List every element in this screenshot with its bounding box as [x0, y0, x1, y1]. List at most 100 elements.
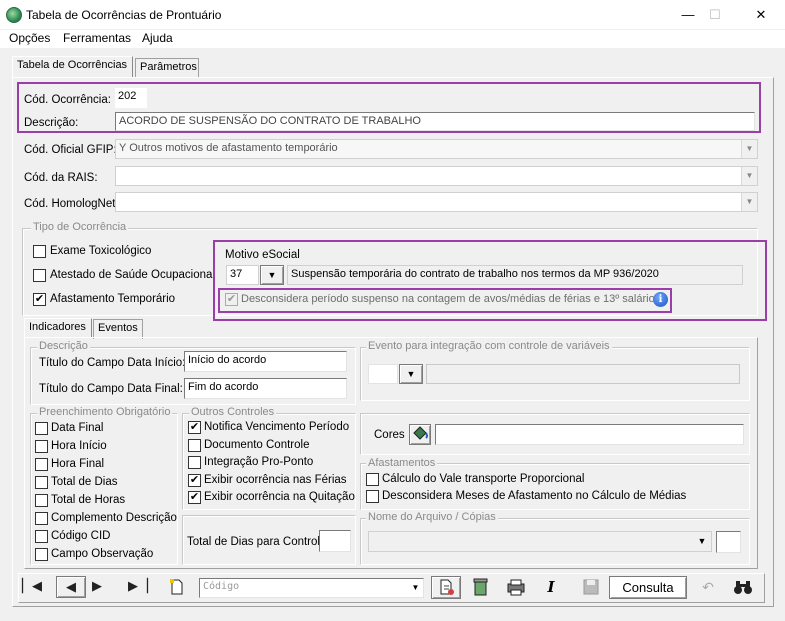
descricao-input[interactable]: ACORDO DE SUSPENSÃO DO CONTRATO DE TRABA… [115, 112, 755, 131]
outros-controles-item-label: Exibir ocorrência nas Férias [204, 473, 347, 486]
tab-eventos[interactable]: Eventos [93, 319, 143, 339]
evento-integracao-title: Evento para integração com controle de v… [366, 340, 612, 352]
data-final-input[interactable]: Fim do acordo [184, 378, 347, 399]
gfip-value: Y Outros motivos de afastamento temporár… [119, 142, 338, 154]
trash-icon[interactable] [466, 576, 496, 599]
preenchimento-item-label: Hora Final [51, 458, 105, 470]
evento-description [426, 364, 740, 384]
desconsidera-label: Desconsidera período suspenso na contage… [241, 293, 661, 305]
evento-code-input[interactable] [368, 364, 398, 384]
preenchimento-item-checkbox[interactable] [35, 548, 48, 561]
cores-input[interactable] [435, 424, 744, 445]
data-inicio-label: Título do Campo Data Início: [39, 357, 186, 369]
cod-ocorrencia-input[interactable]: 202 [115, 88, 147, 108]
preenchimento-item-checkbox[interactable] [35, 494, 48, 507]
outros-controles-item-checkbox[interactable] [188, 438, 201, 452]
tab-parametros[interactable]: Parâmetros [135, 58, 199, 78]
esocial-dropdown-button[interactable]: ▼ [260, 265, 284, 285]
app-icon [6, 7, 22, 23]
total-dias-input[interactable] [319, 530, 351, 552]
printer-icon[interactable] [501, 576, 531, 599]
edit-document-icon[interactable] [431, 576, 461, 599]
next-record-button[interactable]: ▶ [92, 576, 122, 598]
info-icon[interactable]: i [653, 292, 668, 307]
outros-controles-item-label: Integração Pro-Ponto [204, 456, 314, 468]
afastamento-checkbox[interactable]: ✔ [33, 293, 46, 306]
chevron-down-icon[interactable]: ▼ [741, 167, 757, 185]
gfip-label: Cód. Oficial GFIP: [24, 144, 117, 156]
previous-record-button[interactable]: ◀ [56, 576, 86, 598]
desconsidera-checkbox[interactable]: ✔ [225, 293, 238, 306]
last-record-button[interactable]: ▶▕ [128, 576, 158, 598]
preenchimento-item-checkbox[interactable] [35, 476, 48, 489]
chevron-down-icon[interactable]: ▼ [408, 579, 423, 597]
menu-ferramentas[interactable]: Ferramentas [63, 31, 131, 45]
vale-transporte-label: Cálculo do Vale transporte Proporcional [382, 473, 585, 485]
outros-controles-item-label: Documento Controle [204, 438, 310, 451]
desconsidera-meses-checkbox[interactable] [366, 490, 379, 503]
consulta-button[interactable]: Consulta [609, 576, 687, 599]
new-document-icon[interactable] [162, 576, 192, 598]
rais-label: Cód. da RAIS: [24, 172, 98, 184]
tab-indicadores[interactable]: Indicadores [24, 318, 92, 338]
tipo-ocorrencia-title: Tipo de Ocorrência [31, 221, 129, 233]
exame-toxicologico-checkbox[interactable] [33, 245, 46, 258]
outros-controles-item-checkbox[interactable]: ✔ [188, 491, 201, 504]
minimize-button[interactable]: — [678, 6, 698, 24]
exame-toxicologico-label: Exame Toxicológico [50, 245, 152, 257]
descricao-group-title: Descrição [37, 340, 90, 352]
desconsidera-meses-label: Desconsidera Meses de Afastamento no Cál… [382, 490, 687, 502]
binoculars-icon[interactable] [728, 576, 758, 599]
preenchimento-item-label: Hora Início [51, 440, 107, 452]
italic-icon[interactable]: I [536, 576, 566, 599]
preenchimento-title: Preenchimento Obrigatório [37, 406, 173, 418]
esocial-code-input[interactable]: 37 [226, 265, 259, 285]
outros-controles-item-checkbox[interactable]: ✔ [188, 473, 201, 487]
tab-label: Indicadores [29, 321, 86, 333]
esocial-description: Suspensão temporária do contrato de trab… [287, 265, 743, 285]
data-final-label: Título do Campo Data Final: [39, 383, 183, 395]
first-record-button[interactable]: ▏◀ [22, 576, 52, 598]
chevron-down-icon[interactable]: ▼ [693, 532, 711, 551]
preenchimento-item-checkbox[interactable] [35, 440, 48, 453]
homolognet-select[interactable] [115, 192, 758, 212]
preenchimento-item-checkbox[interactable] [35, 458, 48, 471]
chevron-down-icon[interactable]: ▼ [741, 193, 757, 211]
arquivo-select[interactable] [368, 531, 712, 552]
preenchimento-item-label: Total de Dias [51, 476, 118, 488]
menu-opcoes[interactable]: Opções [9, 31, 50, 45]
outros-controles-item-checkbox[interactable] [188, 456, 201, 469]
tab-label: Eventos [98, 322, 138, 334]
preenchimento-item-label: Campo Observação [51, 548, 154, 560]
homolognet-label: Cód. HomologNet: [24, 198, 119, 210]
data-inicio-input[interactable]: Início do acordo [184, 351, 347, 372]
rais-select[interactable] [115, 166, 758, 186]
copias-input[interactable] [716, 531, 741, 553]
preenchimento-group [30, 413, 178, 565]
afastamentos-group [360, 463, 750, 510]
save-icon[interactable] [576, 576, 606, 599]
arquivo-title: Nome do Arquivo / Cópias [366, 511, 498, 523]
close-button[interactable]: ✕ [751, 6, 771, 24]
preenchimento-item-checkbox[interactable] [35, 422, 48, 435]
cores-label: Cores [374, 429, 405, 441]
chevron-down-icon[interactable]: ▼ [741, 140, 757, 158]
atestado-checkbox[interactable] [33, 269, 46, 282]
tab-tabela-ocorrencias[interactable]: Tabela de Ocorrências [12, 56, 133, 78]
preenchimento-item-checkbox[interactable] [35, 530, 48, 543]
undo-icon[interactable]: ↶ [693, 576, 723, 599]
afastamentos-title: Afastamentos [366, 457, 438, 469]
evento-dropdown-button[interactable]: ▼ [399, 364, 423, 384]
gfip-select[interactable]: Y Outros motivos de afastamento temporár… [115, 139, 758, 159]
outros-controles-item-label: Notifica Vencimento Período [204, 421, 350, 433]
maximize-button[interactable]: ☐ [705, 6, 725, 24]
outros-controles-title: Outros Controles [189, 406, 277, 418]
outros-controles-item-checkbox[interactable]: ✔ [188, 421, 201, 434]
total-dias-label: Total de Dias para Controle: [187, 536, 330, 548]
atestado-label: Atestado de Saúde Ocupacional [50, 269, 215, 281]
preenchimento-item-checkbox[interactable] [35, 512, 48, 525]
vale-transporte-checkbox[interactable] [366, 473, 379, 486]
menu-ajuda[interactable]: Ajuda [142, 31, 173, 45]
search-input[interactable]: Código [199, 578, 424, 598]
paint-bucket-icon[interactable] [409, 424, 431, 445]
